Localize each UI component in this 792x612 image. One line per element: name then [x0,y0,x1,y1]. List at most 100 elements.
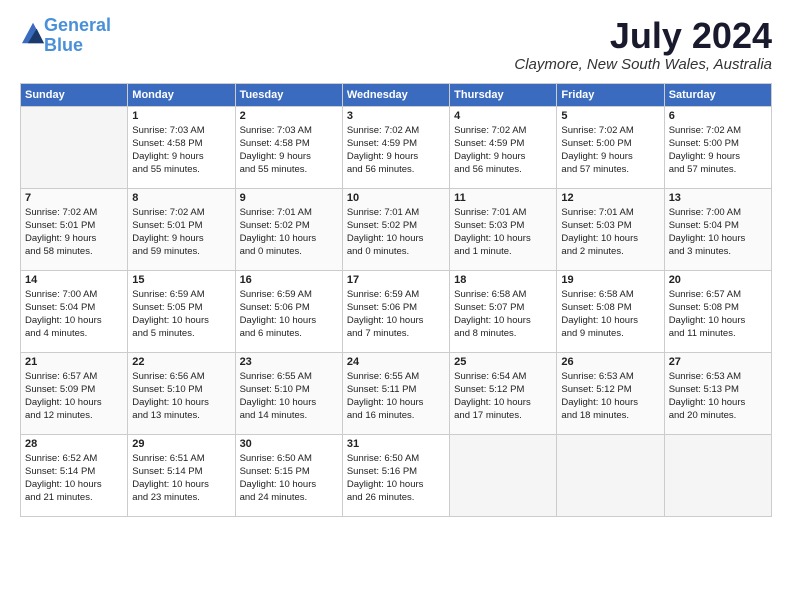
day-cell: 23Sunrise: 6:55 AM Sunset: 5:10 PM Dayli… [235,352,342,434]
day-info: Sunrise: 6:57 AM Sunset: 5:09 PM Dayligh… [25,370,123,423]
day-info: Sunrise: 6:53 AM Sunset: 5:12 PM Dayligh… [561,370,659,423]
header-row: SundayMondayTuesdayWednesdayThursdayFrid… [21,83,772,106]
day-number: 21 [25,356,123,368]
day-cell: 28Sunrise: 6:52 AM Sunset: 5:14 PM Dayli… [21,434,128,516]
day-number: 2 [240,110,338,122]
day-cell: 27 Sunrise: 6:53 AM Sunset: 5:13 PM Dayli… [664,352,771,434]
day-info: Sunrise: 6:52 AM Sunset: 5:14 PM Dayligh… [25,452,123,505]
day-number: 6 [669,110,767,122]
header-cell-tuesday: Tuesday [235,83,342,106]
day-info: Sunrise: 6:59 AM Sunset: 5:05 PM Dayligh… [132,288,230,341]
day-cell: 30 Sunrise: 6:50 AM Sunset: 5:15 PM Dayli… [235,434,342,516]
day-cell: 18Sunrise: 6:58 AM Sunset: 5:07 PM Dayli… [450,270,557,352]
day-number: 27 [669,356,767,368]
day-cell: 3 Sunrise: 7:02 AM Sunset: 4:59 PM Daylig… [342,106,449,188]
header-cell-saturday: Saturday [664,83,771,106]
logo-text: General Blue [44,16,111,56]
day-info: Sunrise: 6:58 AM Sunset: 5:07 PM Dayligh… [454,288,552,341]
day-cell: 26 Sunrise: 6:53 AM Sunset: 5:12 PM Dayli… [557,352,664,434]
header-cell-thursday: Thursday [450,83,557,106]
day-cell: 24 Sunrise: 6:55 AM Sunset: 5:11 PM Dayli… [342,352,449,434]
day-info: Sunrise: 6:50 AM Sunset: 5:15 PM Dayligh… [240,452,338,505]
day-number: 15 [132,274,230,286]
day-info: Sunrise: 6:54 AM Sunset: 5:12 PM Dayligh… [454,370,552,423]
day-info: Sunrise: 7:01 AM Sunset: 5:02 PM Dayligh… [347,206,445,259]
week-row-2: 7 Sunrise: 7:02 AM Sunset: 5:01 PM Daylig… [21,188,772,270]
day-cell: 2 Sunrise: 7:03 AM Sunset: 4:58 PM Daylig… [235,106,342,188]
day-cell: 4Sunrise: 7:02 AM Sunset: 4:59 PM Daylig… [450,106,557,188]
day-cell: 15 Sunrise: 6:59 AM Sunset: 5:05 PM Dayli… [128,270,235,352]
page: General Blue July 2024 Claymore, New Sou… [0,0,792,612]
day-info: Sunrise: 6:58 AM Sunset: 5:08 PM Dayligh… [561,288,659,341]
day-number: 25 [454,356,552,368]
day-info: Sunrise: 7:02 AM Sunset: 5:00 PM Dayligh… [561,124,659,177]
day-info: Sunrise: 6:55 AM Sunset: 5:10 PM Dayligh… [240,370,338,423]
day-info: Sunrise: 7:00 AM Sunset: 5:04 PM Dayligh… [25,288,123,341]
day-info: Sunrise: 6:55 AM Sunset: 5:11 PM Dayligh… [347,370,445,423]
day-number: 10 [347,192,445,204]
day-number: 12 [561,192,659,204]
day-number: 11 [454,192,552,204]
day-number: 14 [25,274,123,286]
header: General Blue July 2024 Claymore, New Sou… [20,16,772,73]
day-number: 29 [132,438,230,450]
week-row-4: 21 Sunrise: 6:57 AM Sunset: 5:09 PM Dayli… [21,352,772,434]
day-number: 13 [669,192,767,204]
day-number: 3 [347,110,445,122]
day-cell: 14 Sunrise: 7:00 AM Sunset: 5:04 PM Dayli… [21,270,128,352]
logo-icon [22,22,44,44]
day-number: 1 [132,110,230,122]
month-title: July 2024 [514,16,772,56]
day-cell: 9 Sunrise: 7:01 AM Sunset: 5:02 PM Daylig… [235,188,342,270]
day-number: 5 [561,110,659,122]
day-info: Sunrise: 6:53 AM Sunset: 5:13 PM Dayligh… [669,370,767,423]
header-cell-friday: Friday [557,83,664,106]
day-info: Sunrise: 7:03 AM Sunset: 4:58 PM Dayligh… [240,124,338,177]
week-row-1: 1 Sunrise: 7:03 AM Sunset: 4:58 PM Daylig… [21,106,772,188]
header-cell-monday: Monday [128,83,235,106]
day-cell: 8Sunrise: 7:02 AM Sunset: 5:01 PM Daylig… [128,188,235,270]
day-number: 16 [240,274,338,286]
day-info: Sunrise: 6:59 AM Sunset: 5:06 PM Dayligh… [347,288,445,341]
day-cell: 25 Sunrise: 6:54 AM Sunset: 5:12 PM Dayli… [450,352,557,434]
logo-line1: General [44,15,111,35]
day-number: 26 [561,356,659,368]
day-number: 7 [25,192,123,204]
header-cell-wednesday: Wednesday [342,83,449,106]
week-row-5: 28Sunrise: 6:52 AM Sunset: 5:14 PM Dayli… [21,434,772,516]
title-area: July 2024 Claymore, New South Wales, Aus… [514,16,772,73]
day-number: 9 [240,192,338,204]
calendar-table: SundayMondayTuesdayWednesdayThursdayFrid… [20,83,772,517]
day-info: Sunrise: 7:02 AM Sunset: 4:59 PM Dayligh… [347,124,445,177]
day-info: Sunrise: 7:00 AM Sunset: 5:04 PM Dayligh… [669,206,767,259]
day-number: 22 [132,356,230,368]
week-row-3: 14 Sunrise: 7:00 AM Sunset: 5:04 PM Dayli… [21,270,772,352]
day-cell: 21 Sunrise: 6:57 AM Sunset: 5:09 PM Dayli… [21,352,128,434]
day-number: 8 [132,192,230,204]
day-info: Sunrise: 6:56 AM Sunset: 5:10 PM Dayligh… [132,370,230,423]
logo-line2: Blue [44,35,83,55]
day-info: Sunrise: 6:51 AM Sunset: 5:14 PM Dayligh… [132,452,230,505]
day-cell: 22 Sunrise: 6:56 AM Sunset: 5:10 PM Dayli… [128,352,235,434]
day-number: 30 [240,438,338,450]
day-info: Sunrise: 7:03 AM Sunset: 4:58 PM Dayligh… [132,124,230,177]
day-cell: 17 Sunrise: 6:59 AM Sunset: 5:06 PM Dayli… [342,270,449,352]
day-info: Sunrise: 7:01 AM Sunset: 5:03 PM Dayligh… [454,206,552,259]
day-cell: 6 Sunrise: 7:02 AM Sunset: 5:00 PM Daylig… [664,106,771,188]
day-cell [664,434,771,516]
day-number: 19 [561,274,659,286]
day-cell [450,434,557,516]
logo: General Blue [20,16,111,56]
day-cell: 5 Sunrise: 7:02 AM Sunset: 5:00 PM Daylig… [557,106,664,188]
day-info: Sunrise: 6:50 AM Sunset: 5:16 PM Dayligh… [347,452,445,505]
day-info: Sunrise: 7:02 AM Sunset: 5:00 PM Dayligh… [669,124,767,177]
day-info: Sunrise: 7:02 AM Sunset: 4:59 PM Dayligh… [454,124,552,177]
day-cell: 11 Sunrise: 7:01 AM Sunset: 5:03 PM Dayli… [450,188,557,270]
day-cell: 1 Sunrise: 7:03 AM Sunset: 4:58 PM Daylig… [128,106,235,188]
day-cell: 7 Sunrise: 7:02 AM Sunset: 5:01 PM Daylig… [21,188,128,270]
day-info: Sunrise: 7:02 AM Sunset: 5:01 PM Dayligh… [25,206,123,259]
header-cell-sunday: Sunday [21,83,128,106]
day-number: 24 [347,356,445,368]
day-info: Sunrise: 7:01 AM Sunset: 5:02 PM Dayligh… [240,206,338,259]
day-number: 17 [347,274,445,286]
